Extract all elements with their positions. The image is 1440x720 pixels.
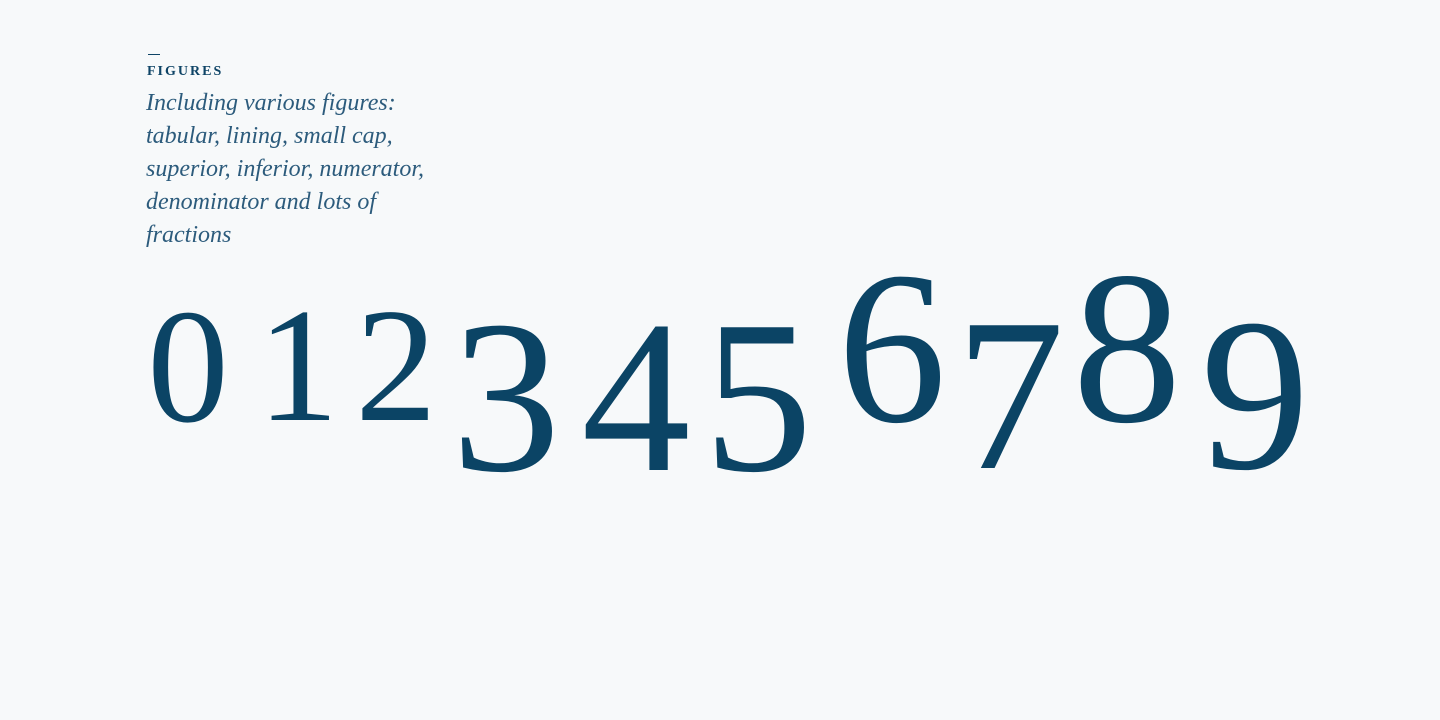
figure-7: 7 [956,275,1065,516]
figures-showcase: 0 1 2 3 4 5 6 7 8 9 [147,228,1310,518]
figure-4: 4 [582,277,691,518]
figure-6: 6 [838,228,947,469]
figure-1: 1 [257,276,339,456]
figure-0: 0 [147,277,229,457]
figure-3: 3 [452,277,561,518]
figure-2: 2 [355,276,437,456]
figure-5: 5 [704,277,813,518]
figure-9: 9 [1201,275,1310,516]
figure-8: 8 [1073,228,1182,469]
